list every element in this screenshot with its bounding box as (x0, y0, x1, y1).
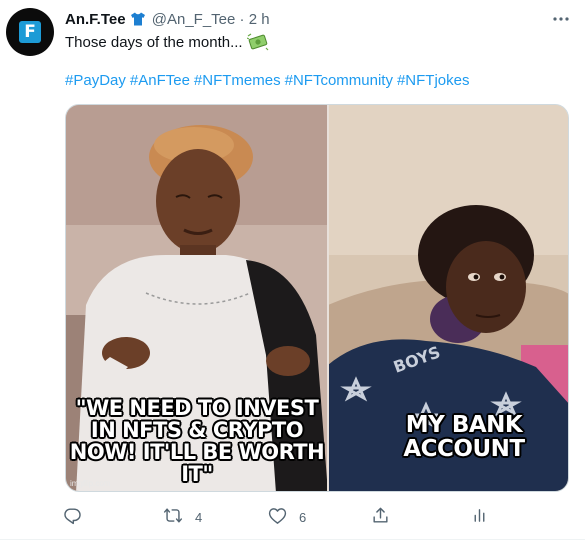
author-handle[interactable]: @An_F_Tee (152, 11, 236, 28)
hashtag-link[interactable]: #AnFTee (130, 72, 190, 89)
tweet-text-content: Those days of the month... (65, 34, 243, 51)
more-icon[interactable] (548, 6, 574, 32)
retweet-icon (163, 506, 183, 528)
share-button[interactable] (371, 503, 390, 531)
meme-caption-left: "WE NEED TO INVEST IN NFTS & CRYPTO NOW!… (69, 396, 325, 487)
share-icon (371, 506, 390, 528)
reply-icon (63, 506, 82, 528)
header-separator: · (239, 11, 245, 28)
meme-caption-right: MY BANK ACCOUNT (403, 412, 525, 463)
reply-button[interactable] (63, 503, 94, 531)
money-icon (246, 33, 269, 57)
analytics-button[interactable] (471, 503, 488, 531)
hashtag-link[interactable]: #PayDay (65, 72, 126, 89)
hashtag-link[interactable]: #NFTmemes (194, 72, 281, 89)
avatar[interactable]: F (6, 8, 54, 56)
author-name[interactable]: An.F.Tee (65, 11, 126, 28)
tweet-divider (0, 539, 585, 540)
like-count: 6 (299, 509, 307, 525)
tweet-timestamp[interactable]: 2 h (249, 11, 270, 28)
shirt-icon (130, 11, 146, 33)
like-icon (268, 507, 287, 528)
like-button[interactable]: 6 (268, 503, 306, 531)
hashtag-link[interactable]: #NFTjokes (397, 72, 470, 89)
hashtag-list: #PayDay #AnFTee #NFTmemes #NFTcommunity #NFT… (65, 71, 474, 91)
retweet-button[interactable]: 4 (163, 503, 202, 531)
retweet-count: 4 (195, 509, 203, 525)
tweet-text: Those days of the month... (65, 33, 269, 57)
analytics-icon (471, 507, 488, 527)
action-bar: 4 6 (0, 503, 585, 531)
avatar-logo: F (19, 21, 41, 43)
meme-watermark: imgflip.com (70, 479, 111, 488)
tweet-header: An.F.Tee @An_F_Tee · 2 h (65, 10, 270, 33)
tweet-media[interactable]: BOYS "WE NEED TO INVEST IN NFTS & CRYPTO… (65, 104, 569, 492)
hashtag-link[interactable]: #NFTcommunity (285, 72, 393, 89)
tweet[interactable]: F An.F.Tee @An_F_Tee · 2 h Those days of… (0, 0, 585, 541)
